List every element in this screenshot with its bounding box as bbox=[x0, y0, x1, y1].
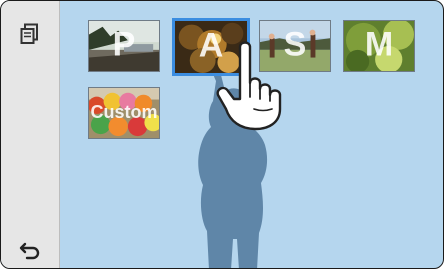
mode-tile-custom-label: Custom bbox=[90, 102, 158, 123]
mode-tile-p[interactable]: P bbox=[88, 20, 160, 72]
mode-switch-icon[interactable] bbox=[17, 21, 43, 47]
back-arrow-icon[interactable] bbox=[17, 237, 43, 263]
mode-tile-m[interactable]: M bbox=[343, 20, 415, 72]
sidebar bbox=[1, 1, 60, 268]
camera-mode-screen: P A S M Custom bbox=[0, 0, 444, 269]
mode-tile-p-label: P bbox=[112, 25, 136, 64]
mode-tile-custom[interactable]: Custom bbox=[88, 87, 160, 139]
mode-tile-m-label: M bbox=[364, 25, 394, 64]
tap-hand-icon bbox=[216, 41, 282, 131]
